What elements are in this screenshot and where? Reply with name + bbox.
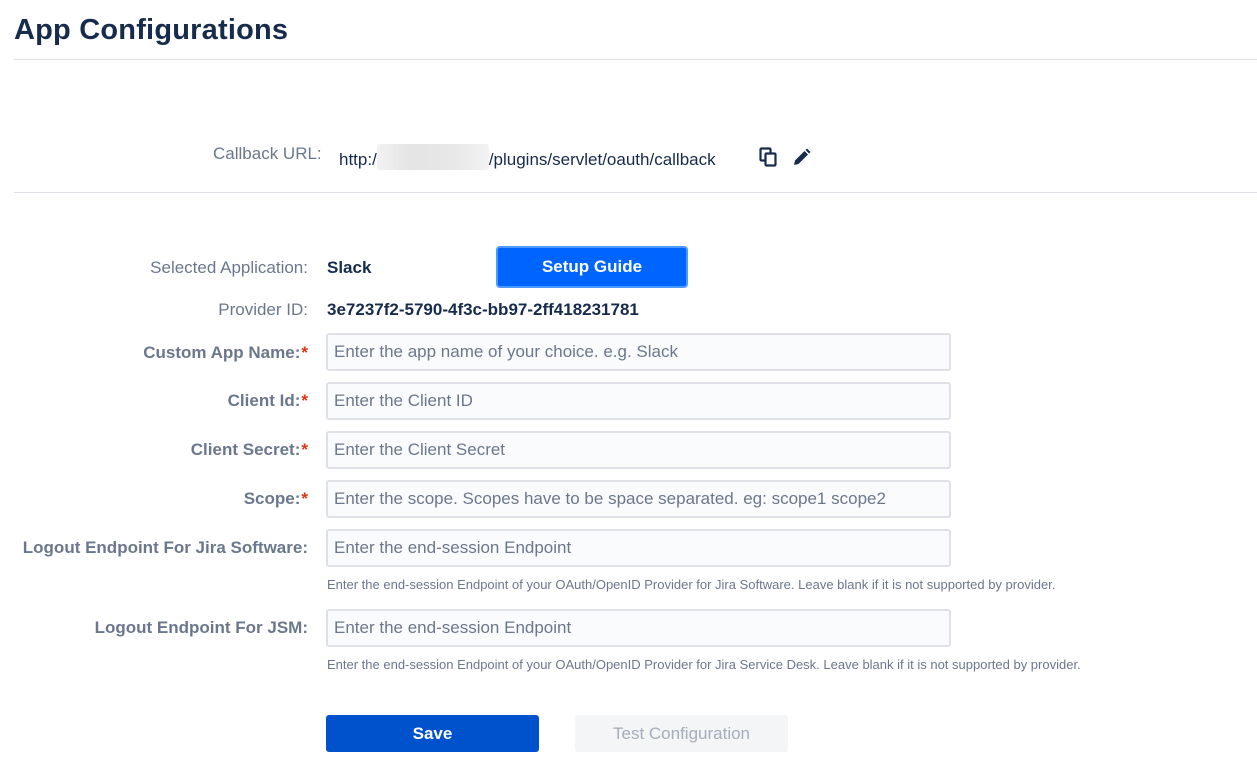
copy-icon[interactable] bbox=[757, 146, 779, 168]
section-divider bbox=[14, 192, 1257, 193]
required-marker: * bbox=[301, 343, 308, 362]
callback-url-value: http:/ /plugins/servlet/oauth/callback bbox=[339, 143, 716, 170]
client-secret-label-text: Client Secret: bbox=[190, 440, 301, 459]
logout-endpoint-jira-label: Logout Endpoint For Jira Software: bbox=[22, 538, 308, 557]
provider-id-label: Provider ID: bbox=[218, 300, 308, 319]
selected-application-label: Selected Application: bbox=[150, 258, 308, 277]
page-title: App Configurations bbox=[14, 14, 289, 46]
setup-guide-button[interactable]: Setup Guide bbox=[496, 246, 688, 288]
scope-input[interactable] bbox=[326, 480, 951, 518]
title-divider bbox=[14, 59, 1257, 60]
client-id-label: Client Id:* bbox=[228, 391, 308, 411]
pencil-icon[interactable] bbox=[790, 146, 812, 168]
logout-endpoint-jira-input[interactable] bbox=[326, 529, 951, 567]
test-configuration-button[interactable]: Test Configuration bbox=[575, 715, 788, 752]
required-marker: * bbox=[301, 440, 308, 459]
custom-app-name-input[interactable] bbox=[326, 333, 951, 371]
scope-label-text: Scope: bbox=[243, 489, 301, 508]
logout-endpoint-jsm-input[interactable] bbox=[326, 609, 951, 647]
client-id-input[interactable] bbox=[326, 382, 951, 420]
callback-url-suffix: /plugins/servlet/oauth/callback bbox=[488, 150, 716, 169]
custom-app-name-label-text: Custom App Name: bbox=[143, 343, 301, 362]
logout-endpoint-jsm-help: Enter the end-session Endpoint of your O… bbox=[327, 657, 1081, 672]
save-button[interactable]: Save bbox=[326, 715, 539, 752]
selected-application-value: Slack bbox=[327, 258, 372, 277]
client-secret-label: Client Secret:* bbox=[191, 440, 308, 460]
client-id-label-text: Client Id: bbox=[227, 391, 301, 410]
callback-url-label: Callback URL: bbox=[213, 144, 322, 163]
scope-label: Scope:* bbox=[244, 489, 308, 509]
required-marker: * bbox=[301, 489, 308, 508]
logout-endpoint-jira-help: Enter the end-session Endpoint of your O… bbox=[327, 577, 1056, 592]
client-secret-input[interactable] bbox=[326, 431, 951, 469]
redacted-host bbox=[376, 143, 489, 170]
callback-url-prefix: http:/ bbox=[339, 150, 377, 169]
provider-id-value: 3e7237f2-5790-4f3c-bb97-2ff418231781 bbox=[327, 300, 639, 319]
logout-endpoint-jsm-label: Logout Endpoint For JSM: bbox=[94, 618, 308, 637]
required-marker: * bbox=[301, 391, 308, 410]
custom-app-name-label: Custom App Name:* bbox=[143, 343, 308, 363]
